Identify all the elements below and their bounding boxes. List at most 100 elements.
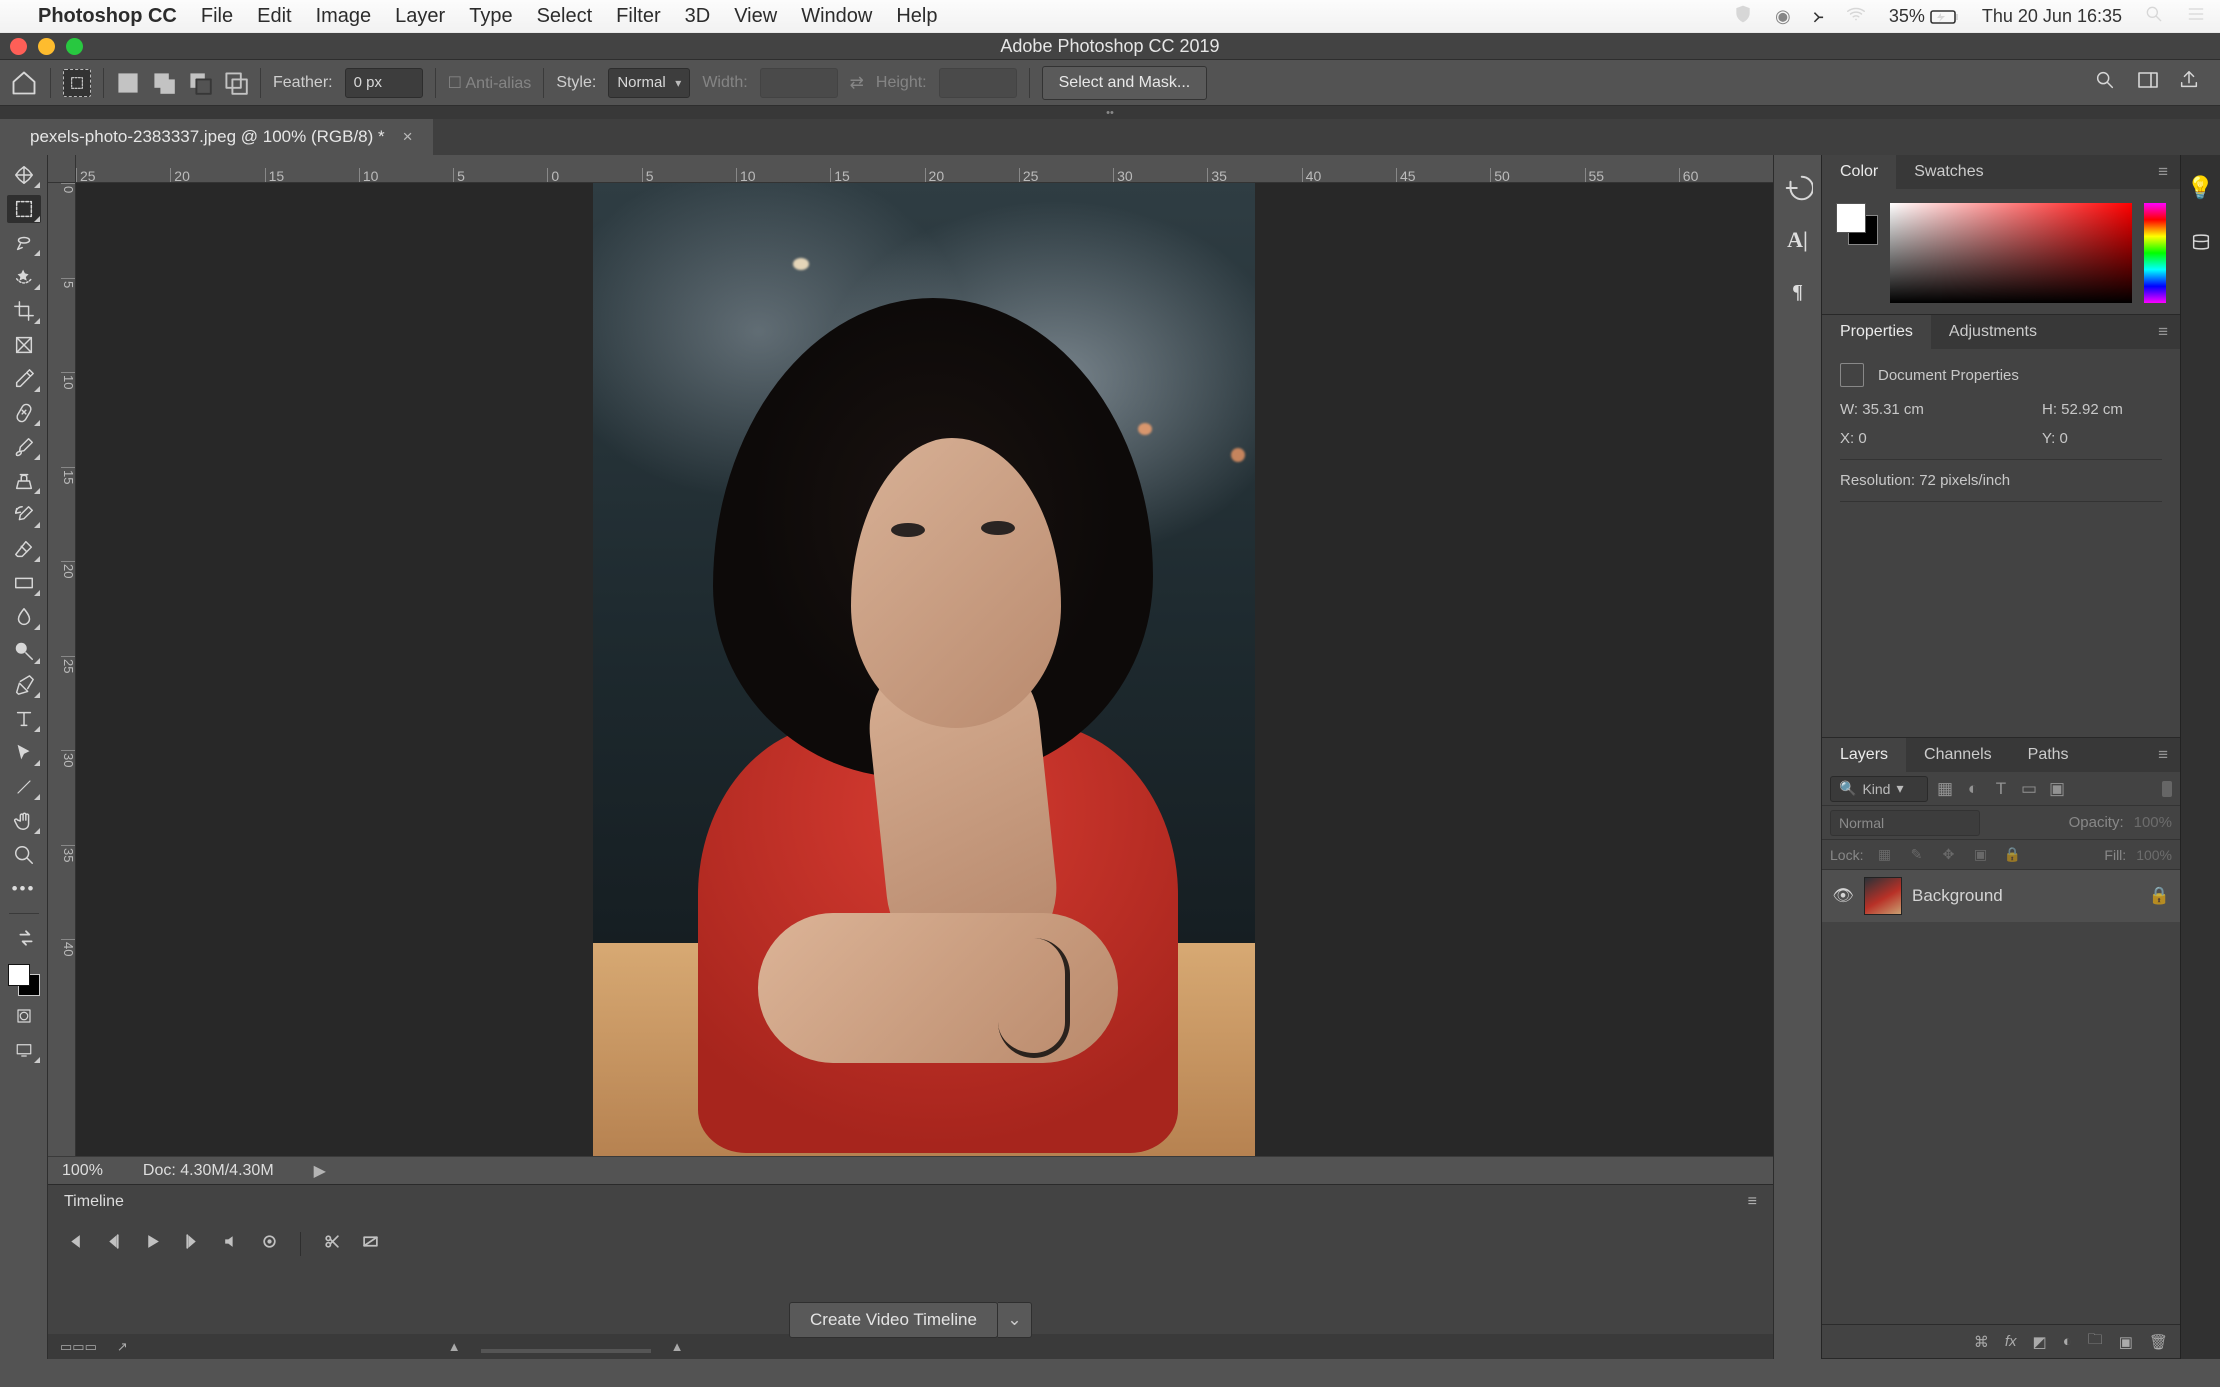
layer-thumbnail[interactable]: [1864, 877, 1902, 915]
eraser-tool[interactable]: [7, 535, 41, 563]
filter-shape-icon[interactable]: ▭: [2018, 778, 2040, 800]
new-layer-icon[interactable]: ▣: [2119, 1333, 2133, 1351]
menu-file[interactable]: File: [201, 5, 233, 28]
tab-swatches[interactable]: Swatches: [1896, 155, 2001, 189]
move-tool[interactable]: [7, 161, 41, 189]
menu-type[interactable]: Type: [469, 5, 512, 28]
swap-colors-icon[interactable]: [9, 924, 43, 952]
layers-panel-menu-icon[interactable]: ≡: [2146, 745, 2180, 765]
paragraph-panel-icon[interactable]: ¶: [1783, 277, 1813, 307]
line-tool[interactable]: [7, 773, 41, 801]
menu-image[interactable]: Image: [316, 5, 372, 28]
tab-layers[interactable]: Layers: [1822, 738, 1906, 772]
menu-3d[interactable]: 3D: [685, 5, 711, 28]
transition-icon[interactable]: [362, 1233, 379, 1255]
feather-input[interactable]: 0 px: [345, 68, 423, 98]
timeline-menu-icon[interactable]: ≡: [1748, 1193, 1757, 1211]
select-and-mask-button[interactable]: Select and Mask...: [1042, 66, 1208, 100]
menu-view[interactable]: View: [734, 5, 777, 28]
layer-filter-kind[interactable]: 🔍 Kind ▾: [1830, 776, 1928, 802]
window-close-button[interactable]: [10, 38, 27, 55]
blend-mode-dropdown[interactable]: Normal: [1830, 810, 1980, 836]
marquee-tool[interactable]: [7, 195, 41, 223]
crop-tool[interactable]: [7, 297, 41, 325]
share-icon[interactable]: [2178, 69, 2200, 96]
filter-toggle[interactable]: [2162, 781, 2172, 797]
clone-stamp-tool[interactable]: [7, 467, 41, 495]
tab-channels[interactable]: Channels: [1906, 738, 2010, 772]
hand-tool[interactable]: [7, 807, 41, 835]
doc-size[interactable]: Doc: 4.30M/4.30M: [143, 1162, 274, 1180]
layer-visibility-icon[interactable]: 👁: [1832, 886, 1854, 906]
collapse-handle[interactable]: ••: [0, 106, 2220, 119]
timeline-settings-icon[interactable]: [261, 1233, 278, 1255]
group-layers-icon[interactable]: 🗀: [2088, 1329, 2103, 1354]
zoom-level[interactable]: 100%: [62, 1162, 103, 1180]
selection-intersect-icon[interactable]: [224, 71, 248, 95]
document-image[interactable]: [593, 183, 1255, 1156]
lock-pixels-icon[interactable]: ✎: [1905, 844, 1927, 866]
lock-position-icon[interactable]: ✥: [1937, 844, 1959, 866]
brush-tool[interactable]: [7, 433, 41, 461]
screen-mode-icon[interactable]: [7, 1036, 41, 1064]
zoom-in-slider-icon[interactable]: ▲: [671, 1339, 684, 1354]
shield-icon[interactable]: [1733, 4, 1753, 29]
learn-panel-icon[interactable]: 💡: [2187, 175, 2214, 201]
zoom-out-slider-icon[interactable]: ▲: [448, 1339, 461, 1354]
edit-toolbar-icon[interactable]: •••: [7, 875, 41, 903]
delete-layer-icon[interactable]: 🗑: [2149, 1333, 2168, 1351]
filter-type-icon[interactable]: T: [1990, 778, 2012, 800]
menu-window[interactable]: Window: [801, 5, 872, 28]
lock-artboard-icon[interactable]: ▣: [1969, 844, 1991, 866]
control-center-icon[interactable]: [2186, 4, 2206, 29]
path-selection-tool[interactable]: [7, 739, 41, 767]
window-minimize-button[interactable]: [38, 38, 55, 55]
gradient-tool[interactable]: [7, 569, 41, 597]
ruler-origin[interactable]: [48, 155, 76, 183]
dodge-tool[interactable]: [7, 637, 41, 665]
prev-frame-icon[interactable]: [105, 1233, 122, 1255]
ruler-horizontal[interactable]: 252015105051015202530354045505560: [76, 155, 1773, 183]
tab-color[interactable]: Color: [1822, 155, 1896, 189]
fill-value[interactable]: 100%: [2136, 847, 2172, 863]
frame-tool[interactable]: [7, 331, 41, 359]
close-tab-icon[interactable]: ×: [403, 127, 413, 147]
wifi-icon[interactable]: [1845, 3, 1867, 30]
blur-tool[interactable]: [7, 603, 41, 631]
hue-slider[interactable]: [2144, 203, 2166, 303]
lock-transparency-icon[interactable]: ▦: [1873, 844, 1895, 866]
ruler-vertical[interactable]: 0510152025303540: [48, 183, 76, 1156]
tool-preset-picker[interactable]: [63, 69, 91, 97]
menu-select[interactable]: Select: [537, 5, 593, 28]
canvas-viewport[interactable]: 252015105051015202530354045505560 051015…: [48, 155, 1773, 1156]
style-dropdown[interactable]: Normal: [608, 68, 690, 98]
character-panel-icon[interactable]: A|: [1783, 225, 1813, 255]
color-panel-menu-icon[interactable]: ≡: [2146, 162, 2180, 182]
selection-new-icon[interactable]: [116, 71, 140, 95]
timeline-render-icon[interactable]: ↗: [117, 1339, 128, 1355]
foreground-background-colors[interactable]: [8, 964, 40, 996]
healing-brush-tool[interactable]: [7, 399, 41, 427]
quick-selection-tool[interactable]: [7, 263, 41, 291]
type-tool[interactable]: [7, 705, 41, 733]
eyedropper-tool[interactable]: [7, 365, 41, 393]
split-clip-icon[interactable]: [323, 1233, 340, 1255]
search-icon[interactable]: [2094, 69, 2116, 96]
tab-adjustments[interactable]: Adjustments: [1931, 315, 2055, 349]
selection-subtract-icon[interactable]: [188, 71, 212, 95]
layer-mask-icon[interactable]: ◩: [2033, 1333, 2047, 1351]
datetime[interactable]: Thu 20 Jun 16:35: [1982, 6, 2122, 27]
layer-name[interactable]: Background: [1912, 886, 2003, 906]
quick-mask-icon[interactable]: [7, 1002, 41, 1030]
menu-edit[interactable]: Edit: [257, 5, 291, 28]
home-button[interactable]: [10, 69, 38, 97]
create-video-timeline-button[interactable]: Create Video Timeline: [789, 1302, 998, 1338]
filter-adjust-icon[interactable]: ◐: [1962, 778, 1984, 800]
battery-status[interactable]: 35%: [1889, 6, 1960, 27]
lock-all-icon[interactable]: 🔒: [2001, 844, 2023, 866]
workspace-icon[interactable]: [2136, 69, 2158, 96]
history-brush-tool[interactable]: [7, 501, 41, 529]
cloud-icon[interactable]: ◉: [1775, 6, 1791, 27]
window-maximize-button[interactable]: [66, 38, 83, 55]
spotlight-icon[interactable]: [2144, 4, 2164, 29]
